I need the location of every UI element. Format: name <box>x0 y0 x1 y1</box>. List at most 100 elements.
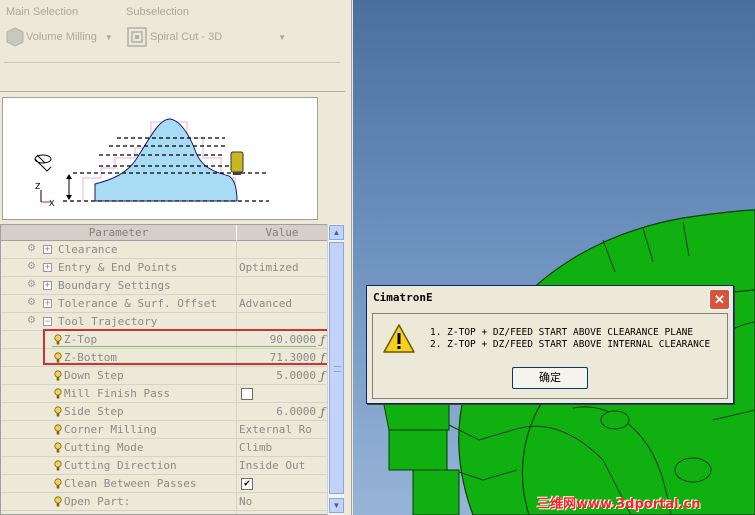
value-text: Climb <box>239 441 273 454</box>
parameter-cell: Cutting Direction <box>1 457 237 474</box>
parameter-cell: Corner Milling <box>1 421 237 438</box>
expand-icon[interactable]: + <box>43 281 52 290</box>
bulb-icon <box>54 496 62 507</box>
formula-icon[interactable]: ƒ <box>321 403 325 420</box>
expand-icon[interactable]: + <box>43 245 52 254</box>
column-header-parameter[interactable]: Parameter <box>1 225 237 241</box>
preview-drawing: Z X <box>34 118 269 208</box>
parameter-row[interactable]: ⚙ + Clearance <box>1 241 328 259</box>
value-cell[interactable] <box>237 385 328 402</box>
scroll-up-button[interactable]: ▲ <box>329 225 344 240</box>
value-cell[interactable]: ✔ <box>237 475 328 492</box>
dialog-titlebar[interactable]: CimatronE ✕ <box>367 286 733 310</box>
formula-icon[interactable]: ƒ <box>321 331 325 348</box>
selection-box: Main Selection Volume Milling ▼ Subselec… <box>0 0 345 92</box>
parameter-label: Corner Milling <box>64 423 157 436</box>
value-cell[interactable]: 6.0000 ƒ <box>237 403 328 420</box>
chevron-down-icon[interactable]: ▼ <box>278 33 286 42</box>
value-text: No <box>239 495 253 508</box>
value-cell[interactable]: Inside Out <box>237 457 328 474</box>
parameter-row[interactable]: Cutting Direction Inside Out <box>1 457 328 475</box>
value-cell[interactable]: Previous <box>237 511 328 514</box>
parameter-row[interactable]: Side Step 6.0000 ƒ <box>1 403 328 421</box>
bulb-icon <box>54 424 62 435</box>
gear-icon: ⚙ <box>27 315 36 326</box>
parameter-row[interactable]: Corner Milling External Ro <box>1 421 328 439</box>
parameter-label: Clean Between Passes <box>64 477 197 490</box>
dialog-body: 1. Z-TOP + DZ/FEED START ABOVE CLEARANCE… <box>372 313 728 399</box>
close-button[interactable]: ✕ <box>709 289 730 310</box>
expand-icon[interactable]: + <box>43 263 52 272</box>
parameter-row[interactable]: ⚙ + Entry & End Points Optimized <box>1 259 328 277</box>
expand-icon[interactable]: + <box>43 299 52 308</box>
parameter-cell: Z-Top <box>1 331 237 348</box>
checkbox[interactable] <box>241 387 253 400</box>
formula-icon[interactable]: ƒ <box>321 349 325 366</box>
value-cell[interactable]: 5.0000 ƒ <box>237 367 328 384</box>
bulb-icon <box>54 478 62 489</box>
bulb-icon <box>54 406 62 417</box>
parameter-label: Z-Top <box>64 333 98 346</box>
parameter-label: Cutting Mode <box>64 441 144 454</box>
ok-button[interactable]: 确定 <box>512 367 588 389</box>
value-cell[interactable] <box>237 277 328 294</box>
parameter-label: Side Step <box>64 405 124 418</box>
value-cell[interactable] <box>237 241 328 258</box>
grid-scrollbar[interactable]: ▲ ▼ <box>327 224 344 515</box>
parameter-row[interactable]: ⚙ + Tolerance & Surf. Offset Advanced <box>1 295 328 313</box>
chevron-down-icon[interactable]: ▼ <box>105 33 113 42</box>
3d-viewport[interactable] <box>353 0 755 515</box>
message-line-2: 2. Z-TOP + DZ/FEED START ABOVE INTERNAL … <box>430 339 711 350</box>
value-cell[interactable]: Optimized <box>237 259 328 276</box>
value-cell[interactable]: 71.3000 ƒ <box>237 349 328 366</box>
axis-z-label: Z <box>35 182 41 191</box>
subselection-label: Subselection <box>126 6 189 18</box>
bulb-icon <box>54 352 62 363</box>
parameter-row[interactable]: ⚙ + Boundary Settings <box>1 277 328 295</box>
collapse-icon[interactable]: − <box>43 317 52 326</box>
bulb-icon <box>54 334 62 345</box>
value-text: Optimized <box>239 261 299 274</box>
scroll-thumb[interactable] <box>329 242 344 494</box>
hand-icon <box>34 154 52 172</box>
value-cell[interactable]: No <box>237 493 328 510</box>
volume-milling-icon <box>6 27 24 47</box>
main-selection-combo[interactable]: Volume Milling ▼ <box>4 24 113 50</box>
parameter-cell: Clean Between Passes <box>1 475 237 492</box>
value-cell[interactable]: 90.0000 ƒ <box>237 331 328 348</box>
parameter-rows: ⚙ + Clearance ⚙ + Entry & End Points Optimized… <box>1 241 328 514</box>
parameter-cell: Side Step <box>1 403 237 420</box>
parameter-cell: Down Step <box>1 367 237 384</box>
value-text: 71.3000 <box>269 351 316 364</box>
divider <box>4 62 340 63</box>
parameter-label: Tolerance & Surf. Offset <box>58 297 217 310</box>
gear-icon: ⚙ <box>27 279 36 290</box>
parameter-cell: ⚙ − Tool Trajectory <box>1 313 237 330</box>
parameter-row[interactable]: Clean Between Passes ✔ <box>1 475 328 493</box>
scroll-down-button[interactable]: ▼ <box>329 498 344 513</box>
parameter-label: Down Step <box>64 369 124 382</box>
main-selection-value: Volume Milling <box>26 31 97 43</box>
value-cell[interactable] <box>237 313 328 330</box>
parameter-row[interactable]: Mill Finish Pass <box>1 385 328 403</box>
checkbox[interactable]: ✔ <box>241 477 253 490</box>
parameter-cell: Cutting Mode <box>1 439 237 456</box>
left-panel: Main Selection Volume Milling ▼ Subselec… <box>0 0 352 515</box>
value-cell[interactable]: External Ro <box>237 421 328 438</box>
main-selection-label: Main Selection <box>6 6 79 18</box>
parameter-row[interactable]: Machining AnglePrevious <box>1 511 328 514</box>
formula-icon[interactable]: ƒ <box>321 367 325 384</box>
parameter-row[interactable]: Z-Bottom 71.3000 ƒ <box>1 349 328 367</box>
parameter-row[interactable]: ⚙ − Tool Trajectory <box>1 313 328 331</box>
parameter-row[interactable]: Down Step 5.0000 ƒ <box>1 367 328 385</box>
value-cell[interactable]: Advanced <box>237 295 328 312</box>
dialog-title: CimatronE <box>373 291 433 304</box>
value-cell[interactable]: Climb <box>237 439 328 456</box>
parameter-row[interactable]: Z-Top 90.0000 ƒ <box>1 331 328 349</box>
value-text: 6.0000 <box>276 405 316 418</box>
parameter-row[interactable]: Open Part: No <box>1 493 328 511</box>
parameter-row[interactable]: Cutting Mode Climb <box>1 439 328 457</box>
subselection-combo[interactable]: Spiral Cut - 3D ▼ <box>126 24 286 50</box>
column-header-value[interactable]: Value <box>237 225 328 241</box>
parameter-cell: ⚙ + Clearance <box>1 241 237 258</box>
